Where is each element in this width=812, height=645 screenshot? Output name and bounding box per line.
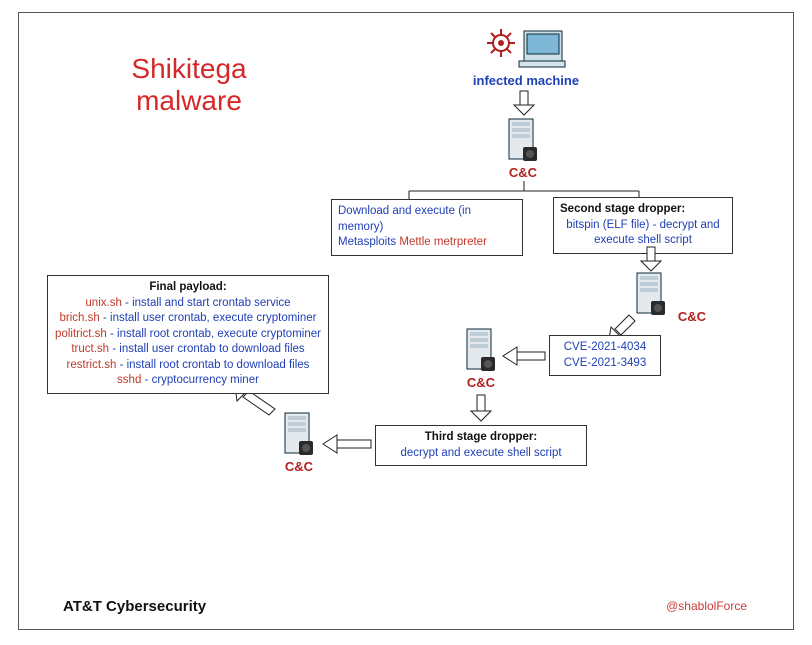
payload-r3a: politrict.sh — [55, 328, 107, 340]
payload-r6a: sshd — [117, 374, 141, 386]
payload-r4b: - install user crontab to download files — [109, 343, 305, 355]
attribution-left: AT&T Cybersecurity — [63, 598, 206, 615]
metasploit-box: Download and execute (in memory) Metaspl… — [331, 199, 523, 256]
diagram-title: Shikitega malware — [89, 53, 289, 117]
cc-label: C&C — [273, 459, 325, 474]
cve-l1: CVE-2021-4034 — [556, 340, 654, 356]
attribution-right: @shablolForce — [666, 599, 747, 613]
arrow-down-icon — [469, 393, 493, 423]
cve-l2: CVE-2021-3493 — [556, 356, 654, 372]
arrow-left-icon — [321, 433, 373, 455]
cc-server-icon — [281, 411, 315, 466]
third-stage-box: Third stage dropper: decrypt and execute… — [375, 425, 587, 466]
cc-server-icon — [633, 271, 667, 326]
second-stage-head: Second stage dropper: — [560, 202, 726, 218]
payload-r1b: - install and start crontab service — [122, 297, 291, 309]
payload-r3b: - install root crontab, execute cryptomi… — [107, 328, 321, 340]
arrow-down-icon — [512, 89, 536, 117]
payload-r1a: unix.sh — [85, 297, 121, 309]
title-line2: malware — [136, 85, 242, 116]
payload-r5b: - install root crontab to download files — [116, 359, 309, 371]
metasploit-l1: Download and execute (in memory) — [338, 205, 471, 233]
third-stage-l1: decrypt and execute shell script — [382, 446, 580, 462]
second-stage-l1: bitspin (ELF file) - decrypt and — [560, 218, 726, 234]
title-line1: Shikitega — [131, 53, 246, 84]
diagram-frame: Shikitega malware infected machine — [18, 12, 794, 630]
cc-server-icon — [463, 327, 497, 382]
cc-server-icon — [505, 117, 539, 172]
cve-box: CVE-2021-4034 CVE-2021-3493 — [549, 335, 661, 376]
metasploit-l2a: Metasploits — [338, 236, 399, 248]
payload-r2a: brich.sh — [60, 312, 100, 324]
arrow-left-icon — [501, 345, 547, 367]
payload-r4a: truct.sh — [71, 343, 109, 355]
payload-head: Final payload: — [54, 280, 322, 296]
third-stage-head: Third stage dropper: — [382, 430, 580, 446]
cc-label: C&C — [455, 375, 507, 390]
metasploit-l2b: Mettle metrpreter — [399, 236, 487, 248]
arrow-down-icon — [639, 245, 663, 273]
infected-machine-label: infected machine — [471, 73, 581, 88]
payload-r2b: - install user crontab, execute cryptomi… — [100, 312, 317, 324]
cc-label: C&C — [669, 309, 715, 324]
cc-label: C&C — [497, 165, 549, 180]
infected-machine-icon — [479, 25, 569, 80]
payload-r6b: - cryptocurrency miner — [141, 374, 259, 386]
final-payload-box: Final payload: unix.sh - install and sta… — [47, 275, 329, 394]
payload-r5a: restrict.sh — [67, 359, 117, 371]
